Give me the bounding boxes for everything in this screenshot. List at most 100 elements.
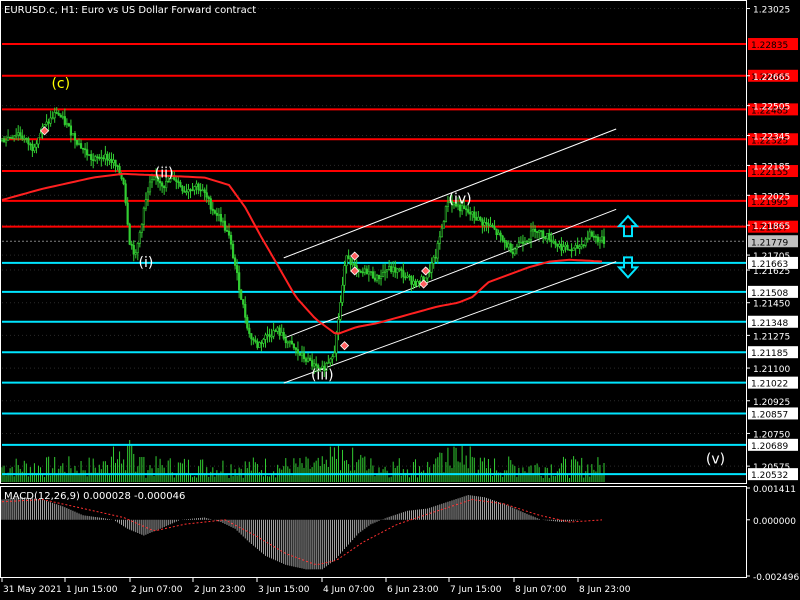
candle-body xyxy=(102,157,105,160)
candle-body xyxy=(536,231,539,233)
candle-body xyxy=(304,358,308,362)
candle-body xyxy=(2,138,6,143)
candle-body xyxy=(308,357,312,361)
candle-body xyxy=(527,239,531,242)
candle-body xyxy=(31,143,34,151)
candle-body xyxy=(108,158,111,161)
candle-body xyxy=(353,263,356,266)
candle-body xyxy=(542,230,545,238)
candle-body xyxy=(373,277,377,281)
candle-body xyxy=(110,158,113,163)
price-chart[interactable]: (c) (i) (ii) (iii) (iv) (v) 1.22835 1.22665 1.2… xyxy=(0,0,800,600)
candle-body xyxy=(13,135,16,139)
candle-body xyxy=(181,186,184,192)
candle-body xyxy=(515,246,518,250)
candle-body xyxy=(477,216,480,221)
x-tick-label: 7 Jun 15:00 xyxy=(450,585,502,595)
candle-body xyxy=(179,182,182,187)
candle-body xyxy=(138,232,141,244)
candle-body xyxy=(286,341,289,344)
candle-body xyxy=(345,255,348,267)
wave-label: (c) xyxy=(51,76,70,92)
candle-body xyxy=(112,159,115,163)
candle-body xyxy=(475,217,478,221)
candle-body xyxy=(140,223,143,233)
candle-body xyxy=(37,137,40,145)
candle-body xyxy=(211,208,214,211)
candle-body xyxy=(264,334,267,340)
candle-body xyxy=(306,357,310,362)
candle-body xyxy=(341,284,344,303)
candle-body xyxy=(511,251,514,255)
y-tick-label: 1.22345 xyxy=(753,133,790,143)
candle-body xyxy=(75,139,79,145)
candle-body xyxy=(495,228,498,236)
candle-body xyxy=(471,211,474,215)
candle-body xyxy=(250,333,253,340)
candle-body xyxy=(238,272,241,291)
candle-body xyxy=(377,274,381,280)
candle-body xyxy=(525,241,529,243)
candle-body xyxy=(538,230,541,233)
y-tick-label: 1.20750 xyxy=(753,430,790,440)
candle-body xyxy=(533,228,537,232)
candle-body xyxy=(185,191,188,194)
candle-body xyxy=(124,183,127,204)
candle-body xyxy=(294,347,298,350)
candle-body xyxy=(189,189,192,191)
candle-body xyxy=(570,249,573,252)
candle-body xyxy=(343,265,346,286)
candle-body xyxy=(248,327,251,334)
candle-body xyxy=(432,256,435,264)
macd-y-tick-label: -0.002496 xyxy=(753,573,799,583)
candle-body xyxy=(100,157,103,159)
candle-body xyxy=(282,332,285,339)
x-tick-label: 2 Jun 23:00 xyxy=(194,585,246,595)
candle-body xyxy=(347,255,350,259)
y-tick-label: 1.20575 xyxy=(753,463,790,473)
candle-body xyxy=(298,352,302,356)
candle-body xyxy=(244,303,247,318)
candle-body xyxy=(126,202,129,225)
candle-body xyxy=(35,143,38,148)
wave-label: (i) xyxy=(138,255,153,271)
y-tick-label: 1.21705 xyxy=(753,252,790,262)
candle-body xyxy=(183,190,186,193)
candle-body xyxy=(503,240,506,243)
candle-body xyxy=(284,338,287,343)
candle-body xyxy=(361,271,364,274)
candle-body xyxy=(349,258,352,265)
candle-body xyxy=(596,236,600,243)
candle-body xyxy=(134,252,137,255)
candle-body xyxy=(600,236,604,241)
candle-body xyxy=(531,228,535,232)
candle-body xyxy=(392,266,395,272)
candle-body xyxy=(363,268,366,273)
candle-body xyxy=(300,352,304,356)
candle-body xyxy=(469,212,472,215)
candle-body xyxy=(598,239,602,243)
candle-body xyxy=(483,222,486,226)
candle-body xyxy=(23,137,26,140)
candle-body xyxy=(564,244,567,247)
x-tick-label: 8 Jun 07:00 xyxy=(515,585,567,595)
candle-body xyxy=(562,246,565,251)
candle-body xyxy=(19,132,22,137)
candle-body xyxy=(396,268,399,273)
macd-y-tick-label: 0.001411 xyxy=(753,485,796,495)
candle-body xyxy=(590,231,593,237)
candle-body xyxy=(315,363,318,366)
candle-body xyxy=(442,221,445,229)
candle-body xyxy=(59,114,62,118)
candle-body xyxy=(227,230,231,236)
candle-body xyxy=(142,207,145,225)
candle-body xyxy=(106,153,109,161)
candle-body xyxy=(266,334,269,336)
price-axis: 1.228351.226651.224851.223251.221551.219… xyxy=(746,6,798,481)
candle-body xyxy=(404,276,407,279)
candle-body xyxy=(53,112,56,119)
candle-body xyxy=(193,186,196,191)
candle-body xyxy=(584,238,587,246)
candle-body xyxy=(199,189,202,192)
candle-body xyxy=(572,247,575,251)
